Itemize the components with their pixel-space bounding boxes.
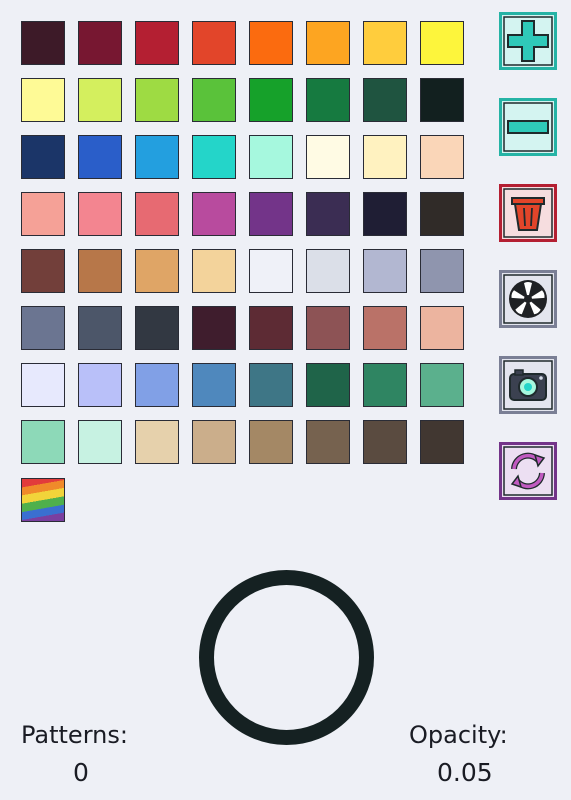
color-swatch[interactable] [192,192,236,236]
color-swatch[interactable] [420,306,464,350]
paint-palette-app: Patterns: 0 Opacity: 0.05 [0,0,571,800]
brush-preview-circle [199,570,374,745]
color-swatch[interactable] [420,21,464,65]
color-swatch[interactable] [78,78,122,122]
rainbow-pattern-swatch[interactable] [21,478,65,522]
color-swatch[interactable] [420,420,464,464]
color-swatch[interactable] [363,363,407,407]
color-swatch[interactable] [420,78,464,122]
color-swatch[interactable] [249,363,293,407]
color-swatch[interactable] [249,306,293,350]
color-swatch[interactable] [21,363,65,407]
add-color-button[interactable] [499,12,557,70]
color-swatch[interactable] [78,306,122,350]
color-swatch[interactable] [363,135,407,179]
color-swatch[interactable] [135,21,179,65]
color-swatch[interactable] [420,135,464,179]
color-swatch[interactable] [363,420,407,464]
color-swatch[interactable] [192,420,236,464]
color-swatch[interactable] [249,135,293,179]
color-swatch[interactable] [306,249,350,293]
color-swatch[interactable] [78,363,122,407]
remove-color-button[interactable] [499,98,557,156]
minus-icon [499,98,557,156]
color-swatch[interactable] [306,363,350,407]
color-swatch[interactable] [306,192,350,236]
color-swatch[interactable] [306,21,350,65]
fan-icon [499,270,557,328]
refresh-icon [499,442,557,500]
color-swatch[interactable] [192,135,236,179]
color-swatch[interactable] [21,135,65,179]
color-swatch[interactable] [306,135,350,179]
color-swatch[interactable] [249,192,293,236]
color-swatch[interactable] [420,249,464,293]
color-swatch[interactable] [21,21,65,65]
color-swatch[interactable] [249,420,293,464]
color-swatch[interactable] [135,363,179,407]
color-swatch[interactable] [135,192,179,236]
trash-icon [499,184,557,242]
color-swatch[interactable] [21,192,65,236]
delete-button[interactable] [499,184,557,242]
color-swatch[interactable] [363,21,407,65]
color-swatch[interactable] [21,420,65,464]
color-swatch[interactable] [306,306,350,350]
screenshot-button[interactable] [499,356,557,414]
color-swatch[interactable] [135,135,179,179]
opacity-value: 0.05 [437,758,493,787]
color-swatch[interactable] [78,192,122,236]
color-swatch[interactable] [78,249,122,293]
color-swatch[interactable] [135,420,179,464]
color-swatch[interactable] [78,135,122,179]
color-swatch[interactable] [249,249,293,293]
color-swatch[interactable] [21,78,65,122]
color-swatch[interactable] [249,78,293,122]
color-swatch[interactable] [363,249,407,293]
color-swatch[interactable] [192,249,236,293]
color-swatch[interactable] [306,420,350,464]
camera-icon [499,356,557,414]
color-swatch[interactable] [78,420,122,464]
color-swatch[interactable] [21,306,65,350]
color-swatch[interactable] [192,306,236,350]
color-swatch[interactable] [363,306,407,350]
opacity-label: Opacity: [409,721,508,749]
color-swatch[interactable] [306,78,350,122]
refresh-button[interactable] [499,442,557,500]
patterns-label: Patterns: [21,721,128,749]
plus-icon [499,12,557,70]
color-swatch[interactable] [249,21,293,65]
color-swatch[interactable] [192,78,236,122]
color-swatch[interactable] [135,306,179,350]
color-swatch[interactable] [363,192,407,236]
color-swatch[interactable] [420,363,464,407]
color-swatch[interactable] [78,21,122,65]
color-swatch[interactable] [363,78,407,122]
color-swatch[interactable] [420,192,464,236]
fan-button[interactable] [499,270,557,328]
patterns-value: 0 [73,758,89,787]
color-swatch[interactable] [21,249,65,293]
color-swatch[interactable] [192,363,236,407]
color-swatch[interactable] [192,21,236,65]
color-swatch[interactable] [135,78,179,122]
color-swatch[interactable] [135,249,179,293]
